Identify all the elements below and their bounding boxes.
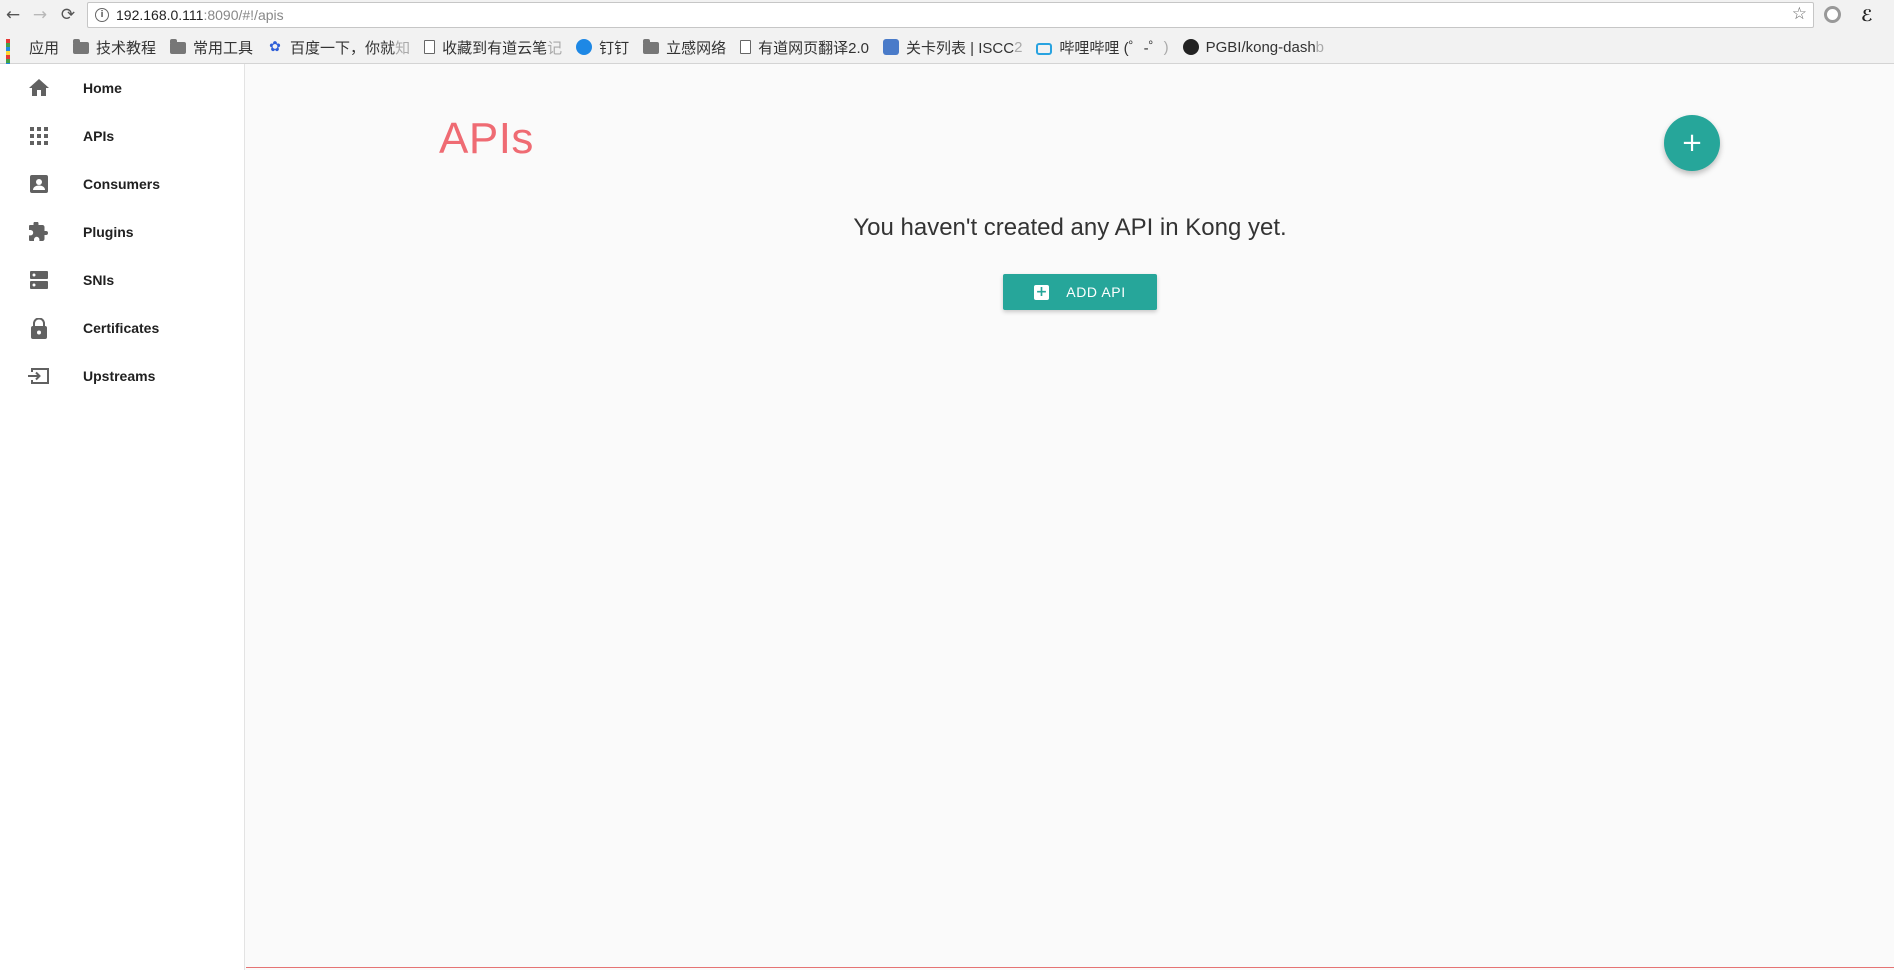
url-host: 192.168.0.111 [116,7,204,23]
add-box-icon: + [1034,283,1050,300]
bookmark-iscc[interactable]: 关卡列表 | ISCC 2 [883,37,1022,58]
apps-grid-icon [6,39,22,75]
add-api-label: ADD API [1066,284,1126,300]
bookmark-label: 常用工具 [193,39,254,57]
sidebar: Home APIs Consumers Plugins SNIs Certifi… [0,64,245,970]
bookmark-youdao-note[interactable]: 收藏到有道云笔记 [424,37,562,58]
bookmark-baidu[interactable]: ✿ 百度一下，你就知 [267,37,410,58]
bilibili-icon [1036,42,1053,55]
bookmark-label: 哔哩哔哩 (゜-゜ [1059,39,1164,57]
forward-arrow-icon[interactable]: → [29,4,51,26]
bookmark-star-icon[interactable]: ☆ [1792,4,1807,24]
bookmark-label-fade: b [1315,38,1324,56]
sidebar-item-label: Certificates [83,320,160,336]
sidebar-item-consumers[interactable]: Consumers [0,160,245,208]
bookmark-youdao-translate[interactable]: 有道网页翻译2.0 [740,37,869,58]
folder-icon [73,39,90,54]
page-icon [740,40,752,54]
url-path: :8090/#!/apis [203,7,284,23]
add-api-button[interactable]: + ADD API [1003,274,1157,310]
bookmark-bilibili[interactable]: 哔哩哔哩 (゜-゜) [1036,37,1169,58]
dns-icon [28,269,50,291]
home-icon [28,77,50,99]
sidebar-item-apis[interactable]: APIs [0,112,245,160]
bookmark-label-fade: 记 [547,39,563,57]
reload-icon[interactable]: ⟳ [57,4,79,26]
bookmark-label: 钉钉 [599,39,630,57]
empty-state-message: You haven't created any API in Kong yet. [853,214,1287,241]
bookmark-label: PGBI/kong-dash [1205,38,1316,56]
puzzle-icon [28,221,50,243]
main-content: APIs + You haven't created any API in Ko… [246,64,1894,968]
bookmarks-bar: 应用 技术教程 常用工具 ✿ 百度一下，你就知 收藏到有道云笔记 钉钉 立感网络 [0,34,1894,75]
sidebar-item-snis[interactable]: SNIs [0,256,245,304]
bookmark-label: 百度一下，你就 [290,39,396,57]
address-bar[interactable]: i 192.168.0.111:8090/#!/apis ☆ [87,2,1814,28]
bookmark-folder[interactable]: 立感网络 [643,37,726,58]
add-fab-button[interactable]: + [1664,115,1720,171]
bookmark-label: 应用 [29,39,60,57]
bookmark-label: 有道网页翻译2.0 [758,39,869,57]
bookmark-github[interactable]: PGBI/kong-dash b [1182,38,1324,56]
iscc-icon [883,39,899,55]
bookmark-folder[interactable]: 技术教程 [73,37,156,58]
page-title: APIs [439,114,534,163]
sidebar-item-certificates[interactable]: Certificates [0,304,245,352]
sidebar-item-label: SNIs [83,272,115,288]
sidebar-item-label: Plugins [83,224,134,240]
extension-circle-icon[interactable] [1824,6,1841,23]
back-arrow-icon[interactable]: ← [2,4,24,26]
bookmark-apps[interactable]: 应用 [0,37,60,75]
sidebar-item-upstreams[interactable]: Upstreams [0,352,245,400]
bookmark-label: 收藏到有道云笔 [442,39,548,57]
browser-chrome: ← → ⟳ i 192.168.0.111:8090/#!/apis ☆ ℰ 应… [0,0,1894,75]
lock-icon [28,317,50,339]
input-icon [28,365,50,387]
folder-icon [643,39,660,54]
baidu-paw-icon: ✿ [269,39,281,55]
account-box-icon [28,173,50,195]
bookmark-label-fade: 2 [1014,38,1023,56]
bookmark-label-fade: 知 [395,39,411,57]
plus-icon: + [1681,128,1703,158]
apps-grid-icon [28,125,50,147]
github-icon [1182,39,1199,55]
sidebar-item-label: Home [83,80,122,96]
sidebar-item-label: Consumers [83,176,161,192]
bookmark-dingtalk[interactable]: 钉钉 [576,37,629,58]
info-icon[interactable]: i [95,8,109,22]
bookmark-folder[interactable]: 常用工具 [170,37,253,58]
bookmark-label: 技术教程 [96,39,157,57]
extension-icon[interactable]: ℰ [1856,4,1878,26]
page-icon [424,40,436,54]
bookmark-label-fade: ) [1163,38,1169,56]
sidebar-item-plugins[interactable]: Plugins [0,208,245,256]
sidebar-item-home[interactable]: Home [0,64,245,112]
sidebar-item-label: Upstreams [83,368,156,384]
sidebar-item-label: APIs [83,128,115,144]
dingtalk-icon [576,39,593,55]
folder-icon [170,39,187,54]
bookmark-label: 关卡列表 | ISCC [906,39,1015,57]
bookmark-label: 立感网络 [666,39,727,57]
